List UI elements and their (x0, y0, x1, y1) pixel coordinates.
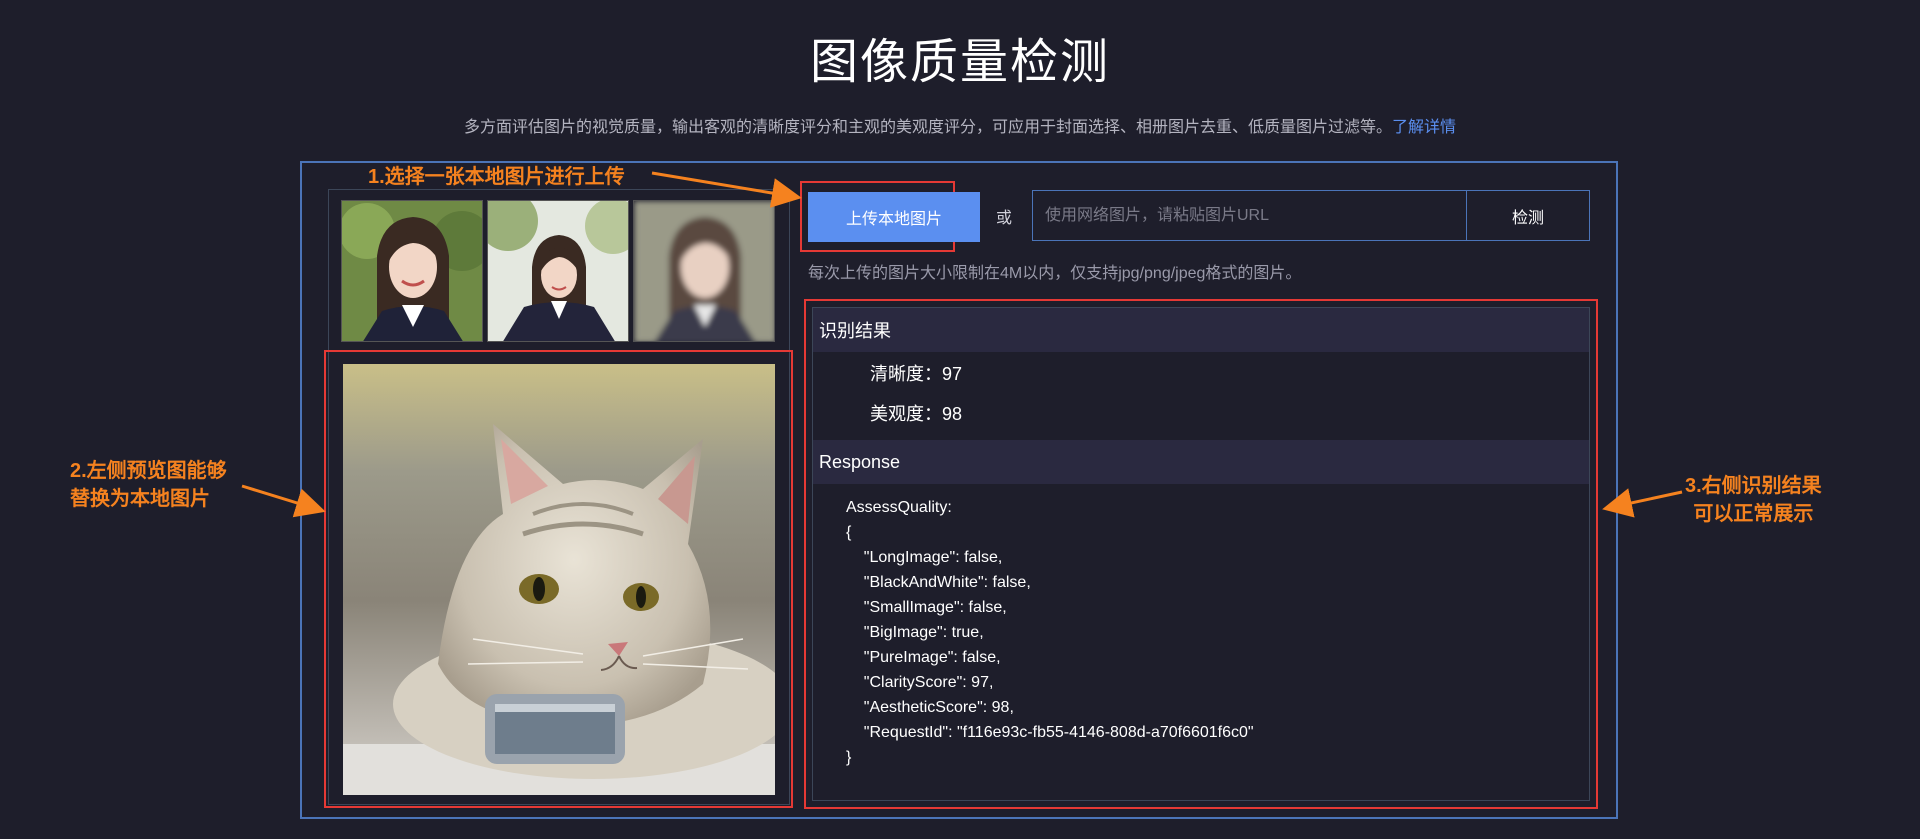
learn-more-link[interactable]: 了解详情 (1392, 119, 1456, 136)
aesthetic-value: 98 (942, 404, 963, 424)
page-subtitle: 多方面评估图片的视觉质量，输出客观的清晰度评分和主观的美观度评分，可应用于封面选… (0, 113, 1920, 137)
response-json: AssessQuality: { "LongImage": false, "Bl… (846, 499, 1254, 766)
annotation-step-2-line-1: 2.左侧预览图能够 (70, 460, 227, 482)
aesthetic-label: 美观度： (870, 404, 942, 424)
annotation-step-1: 1.选择一张本地图片进行上传 (368, 166, 625, 188)
aesthetic-score: 美观度：98 (870, 400, 962, 426)
result-section-header: 识别结果 (813, 308, 1589, 352)
clarity-label: 清晰度： (870, 364, 942, 384)
image-url-input[interactable] (1032, 190, 1466, 241)
thumbnail-sample-3[interactable] (633, 200, 775, 342)
clarity-score: 清晰度：97 (870, 360, 962, 386)
upload-local-image-button[interactable]: 上传本地图片 (808, 192, 980, 242)
thumbnail-sample-2[interactable] (487, 200, 629, 342)
annotation-step-3: 3.右侧识别结果 可以正常展示 (1685, 472, 1822, 528)
response-section-header: Response (813, 440, 1589, 484)
upload-limit-note: 每次上传的图片大小限制在4M以内，仅支持jpg/png/jpeg格式的图片。 (808, 265, 1302, 282)
detect-button[interactable]: 检测 (1466, 190, 1590, 241)
or-label: 或 (996, 210, 1013, 227)
annotation-step-3-line-2: 可以正常展示 (1693, 503, 1814, 525)
page-title: 图像质量检测 (809, 36, 1110, 89)
annotation-step-2: 2.左侧预览图能够 替换为本地图片 (70, 457, 227, 513)
preview-image (343, 364, 775, 795)
arrow-step-3 (1602, 488, 1683, 518)
annotation-step-3-line-1: 3.右侧识别结果 (1685, 475, 1822, 497)
subtitle-text: 多方面评估图片的视觉质量，输出客观的清晰度评分和主观的美观度评分，可应用于封面选… (463, 119, 1392, 136)
thumbnail-sample-1[interactable] (341, 200, 483, 342)
clarity-value: 97 (942, 364, 963, 384)
annotation-step-2-line-2: 替换为本地图片 (70, 488, 210, 510)
